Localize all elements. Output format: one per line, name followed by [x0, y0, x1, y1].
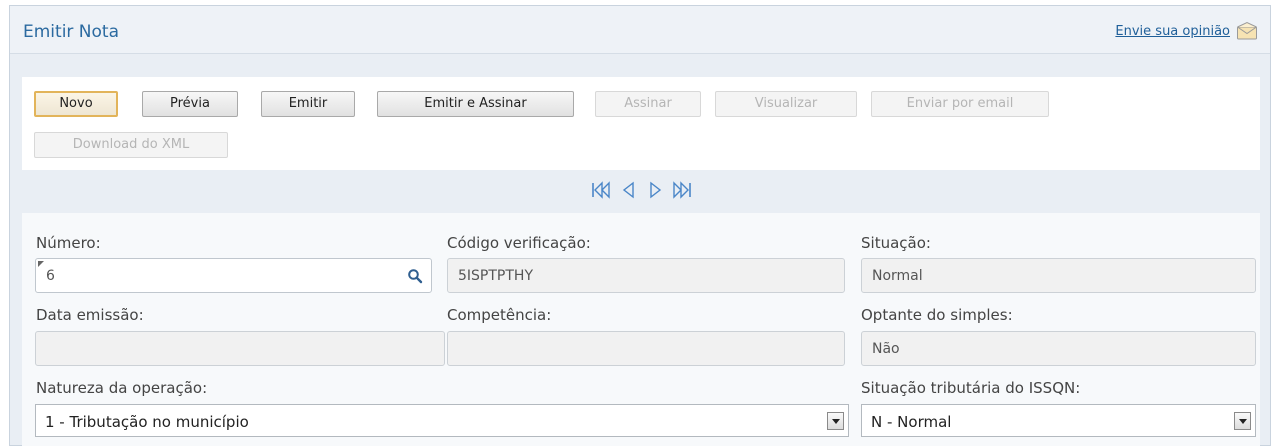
- visualizar-button[interactable]: Visualizar: [715, 91, 857, 117]
- natureza-operacao-value: 1 - Tributação no município: [45, 413, 249, 431]
- chevron-down-icon[interactable]: [827, 412, 844, 430]
- mail-icon[interactable]: [1236, 21, 1258, 41]
- optante-simples-label: Optante do simples:: [861, 306, 1013, 324]
- codigo-verificacao-label: Código verificação:: [447, 234, 591, 252]
- numero-field[interactable]: 6: [35, 258, 432, 293]
- nota-form: Número: 6 Código verificação: 5ISPTPTHY …: [22, 213, 1260, 446]
- codigo-verificacao-field[interactable]: 5ISPTPTHY: [447, 258, 845, 293]
- required-marker: [38, 261, 44, 267]
- competencia-label: Competência:: [447, 306, 552, 324]
- previa-button[interactable]: Prévia: [142, 91, 238, 117]
- data-emissao-field[interactable]: [35, 331, 445, 366]
- competencia-field[interactable]: [447, 331, 845, 366]
- previous-page-icon[interactable]: [620, 179, 638, 201]
- panel-header: Emitir Nota Envie sua opinião: [10, 6, 1270, 54]
- emitir-nota-panel: Emitir Nota Envie sua opinião Novo Prévi…: [9, 5, 1271, 446]
- situacao-tributaria-select[interactable]: N - Normal: [861, 404, 1256, 437]
- optante-simples-value: Não: [872, 341, 900, 357]
- natureza-operacao-select[interactable]: 1 - Tributação no município: [35, 404, 849, 437]
- chevron-down-icon[interactable]: [1234, 412, 1251, 430]
- feedback-link[interactable]: Envie sua opinião: [1115, 24, 1230, 39]
- situacao-value: Normal: [872, 268, 923, 284]
- data-emissao-label: Data emissão:: [36, 306, 144, 324]
- novo-button[interactable]: Novo: [34, 91, 118, 117]
- numero-value: 6: [46, 268, 55, 284]
- situacao-label: Situação:: [861, 234, 931, 252]
- situacao-tributaria-value: N - Normal: [871, 413, 952, 431]
- action-toolbar: Novo Prévia Emitir Emitir e Assinar Assi…: [22, 77, 1260, 170]
- numero-label: Número:: [36, 234, 101, 252]
- download-xml-button[interactable]: Download do XML: [34, 132, 228, 158]
- next-page-icon[interactable]: [646, 179, 664, 201]
- situacao-tributaria-label: Situação tributária do ISSQN:: [861, 379, 1081, 397]
- search-icon[interactable]: [407, 268, 423, 284]
- enviar-por-email-button[interactable]: Enviar por email: [871, 91, 1049, 117]
- situacao-field[interactable]: Normal: [861, 258, 1256, 293]
- assinar-button[interactable]: Assinar: [595, 91, 701, 117]
- emitir-e-assinar-button[interactable]: Emitir e Assinar: [377, 91, 574, 117]
- last-page-icon[interactable]: [671, 179, 693, 201]
- page-title: Emitir Nota: [23, 22, 120, 42]
- codigo-verificacao-value: 5ISPTPTHY: [458, 268, 533, 284]
- natureza-operacao-label: Natureza da operação:: [36, 379, 208, 397]
- first-page-icon[interactable]: [590, 179, 612, 201]
- emitir-button[interactable]: Emitir: [261, 91, 355, 117]
- optante-simples-field[interactable]: Não: [861, 331, 1256, 366]
